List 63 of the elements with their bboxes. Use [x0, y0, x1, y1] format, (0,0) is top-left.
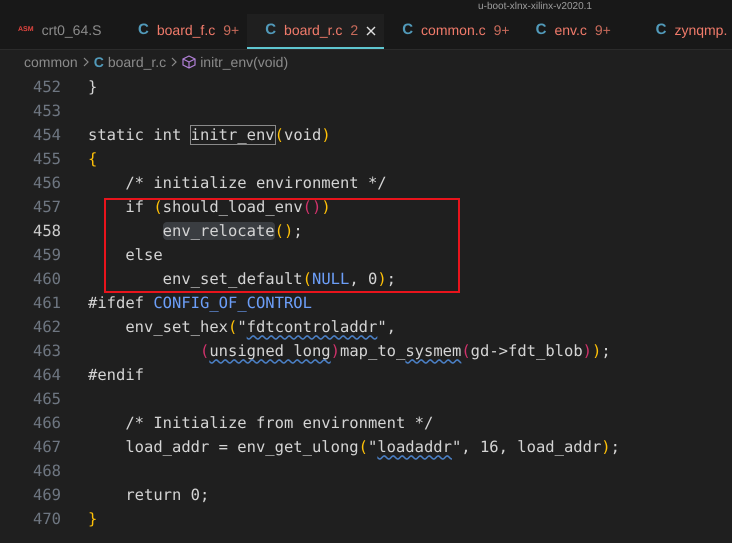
code-line: /* initialize environment */	[124, 173, 387, 194]
tab-label: board_f.c	[156, 21, 216, 40]
line-number: 457	[32, 197, 61, 218]
code-line: static int initr_env(void)	[88, 125, 331, 146]
line-number: 462	[32, 317, 61, 338]
code-line: #ifdef CONFIG_OF_CONTROL	[88, 293, 312, 314]
line-number: 465	[32, 389, 61, 410]
breadcrumb-item[interactable]: initr_env(void)	[200, 52, 288, 72]
breadcrumb-item[interactable]: board_r.c	[108, 52, 166, 72]
line-number: 458	[32, 221, 61, 242]
problem-count: 9+	[223, 21, 240, 40]
code-line: }	[88, 509, 98, 530]
editor-tab[interactable]: C env.c 9+	[518, 14, 638, 49]
line-number: 460	[32, 269, 61, 290]
line-number: 452	[32, 77, 61, 98]
editor-tab[interactable]: C zynqmp.	[638, 14, 732, 49]
file-type-icon: C	[656, 19, 666, 42]
code-line: if (should_load_env())	[124, 197, 331, 218]
problem-count: 9+	[494, 21, 510, 40]
line-number: 466	[32, 413, 61, 434]
code-line: else	[124, 245, 163, 266]
line-number: 467	[32, 437, 61, 458]
tab-label: crt0_64.S	[42, 21, 102, 40]
code-line: env_set_hex("fdtcontroladdr",	[124, 317, 396, 338]
line-number: 469	[32, 485, 61, 506]
file-type-icon: C	[402, 19, 414, 42]
editor-tab[interactable]: C board_f.c 9+	[120, 14, 248, 49]
chevron-icon	[170, 56, 178, 68]
file-type-icon: C	[536, 19, 546, 42]
breadcrumb-item[interactable]: common	[24, 52, 78, 72]
code-line: }	[88, 77, 98, 98]
line-number: 461	[32, 293, 61, 314]
problem-count: 2	[350, 21, 358, 40]
code-line: {	[88, 149, 98, 170]
problem-count: 9+	[594, 21, 611, 40]
cube-icon	[182, 55, 196, 69]
close-icon[interactable]	[366, 26, 376, 36]
line-number: 456	[32, 173, 61, 194]
code-line: return 0;	[124, 485, 210, 506]
editor-tab[interactable]: C board_r.c 2	[247, 14, 384, 49]
line-number: 459	[32, 245, 61, 266]
tab-label: board_r.c	[284, 21, 342, 40]
line-number: 453	[32, 101, 61, 122]
code-line: #endif	[88, 365, 144, 386]
code-line: load_addr = env_get_ulong("loadaddr", 16, load_addr);	[124, 437, 620, 458]
line-number: 464	[32, 365, 61, 386]
tab-label: env.c	[554, 21, 587, 40]
code-line: /* Initialize from environment */	[124, 413, 434, 434]
line-number: 454	[32, 125, 61, 146]
line-number: 455	[32, 149, 61, 170]
file-type-icon: C	[94, 52, 104, 72]
code-line: env_set_default(NULL, 0);	[162, 269, 396, 290]
editor-tab[interactable]: C common.c 9+	[384, 14, 518, 49]
tab-label: zynqmp.	[674, 21, 728, 40]
line-number: 470	[32, 509, 61, 530]
tab-label: common.c	[421, 21, 486, 40]
code-line: (unsigned long)map_to_sysmem(gd->fdt_blob));	[198, 341, 611, 362]
line-number: 463	[32, 341, 61, 362]
chevron-icon	[82, 56, 90, 68]
file-type-icon: C	[138, 19, 149, 42]
file-type-icon: C	[265, 19, 276, 42]
line-number: 468	[32, 461, 61, 482]
window-title: u-boot-xlnx-xilinx-v2020.1	[478, 0, 592, 14]
